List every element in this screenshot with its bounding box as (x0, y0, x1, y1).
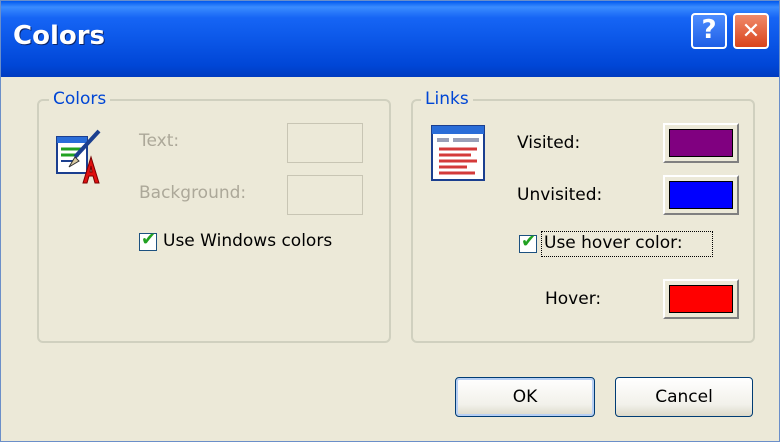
colors-dialog: Colors ? ✕ Colors Text: Background: ✔ Us… (0, 0, 780, 442)
use-windows-colors-checkbox[interactable]: ✔ (139, 229, 157, 251)
use-windows-colors-label[interactable]: Use Windows colors (163, 231, 332, 251)
background-color-swatch[interactable] (287, 175, 363, 215)
window-title: Colors (13, 21, 106, 51)
unvisited-color-label: Unvisited: (517, 185, 603, 205)
unvisited-color-fill (669, 181, 733, 209)
background-color-label: Background: (139, 183, 247, 203)
checkmark-icon: ✔ (141, 229, 157, 250)
hover-color-label: Hover: (545, 289, 602, 309)
links-groupbox: Links Visited: Unvisited: ✔ Use hover co… (411, 89, 755, 343)
links-group-legend: Links (421, 89, 473, 109)
paint-brush-letter-icon (56, 129, 101, 184)
hover-color-fill (669, 285, 733, 313)
help-button[interactable]: ? (691, 13, 727, 49)
web-page-icon (431, 125, 485, 181)
visited-color-fill (669, 129, 733, 157)
ok-button[interactable]: OK (455, 377, 595, 417)
close-icon: ✕ (741, 19, 761, 44)
help-icon: ? (701, 15, 717, 45)
use-hover-color-checkbox[interactable]: ✔ (519, 231, 537, 253)
text-color-label: Text: (139, 131, 180, 151)
checkmark-icon: ✔ (521, 231, 537, 252)
colors-groupbox: Colors Text: Background: ✔ Use Windows c… (37, 89, 391, 343)
text-color-swatch[interactable] (287, 123, 363, 163)
use-hover-color-label[interactable]: Use hover color: (544, 233, 683, 253)
dialog-content: Colors Text: Background: ✔ Use Windows c… (1, 77, 779, 441)
close-button[interactable]: ✕ (733, 13, 769, 49)
colors-group-legend: Colors (49, 89, 111, 109)
title-bar[interactable]: Colors ? ✕ (1, 1, 779, 77)
visited-color-label: Visited: (517, 133, 581, 153)
hover-color-button[interactable] (663, 279, 739, 319)
unvisited-color-button[interactable] (663, 175, 739, 215)
visited-color-button[interactable] (663, 123, 739, 163)
cancel-button[interactable]: Cancel (615, 377, 753, 417)
